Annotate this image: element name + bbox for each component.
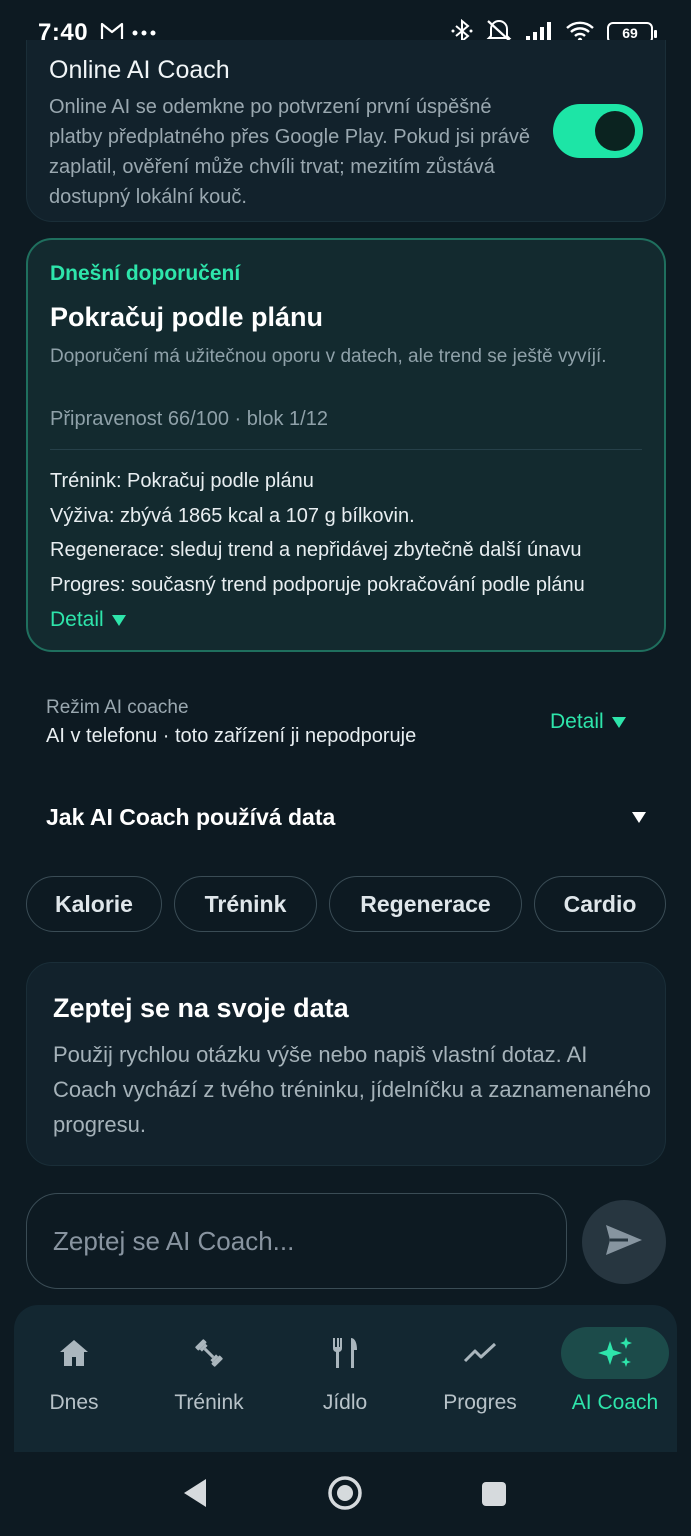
chevron-down-icon [611,716,626,728]
trend-icon [426,1327,534,1379]
recommendation-kicker: Dnešní doporučení [50,262,241,285]
recents-icon[interactable] [480,1480,508,1513]
recommendation-line-progress: Progres: současný trend podporuje pokrač… [50,573,585,596]
mode-detail-label: Detail [550,710,604,733]
nav-label-trenink: Trénink [174,1391,244,1414]
divider [50,449,642,450]
chip-regenerace[interactable]: Regenerace [329,876,522,932]
online-coach-description: Online AI se odemkne po potvrzení první … [49,96,531,208]
sparkles-icon [561,1327,669,1379]
recommendation-card: Dnešní doporučení Pokračuj podle plánu D… [26,238,666,652]
recommendation-lines: Trénink: Pokračuj podle plánu Výživa: zb… [50,464,650,602]
ask-input[interactable] [26,1193,567,1289]
recommendation-line-nutrition: Výživa: zbývá 1865 kcal a 107 g bílkovin… [50,504,415,527]
nav-label-progres: Progres [443,1391,517,1414]
chip-cardio[interactable]: Cardio [534,876,666,932]
online-coach-card: Online AI Coach Online AI se odemkne po … [26,40,666,222]
ask-card-description: Použij rychlou otázku výše nebo napiš vl… [53,1042,652,1137]
send-button[interactable] [582,1200,666,1284]
nav-item-progres[interactable]: Progres [420,1327,540,1437]
recommendation-line-training: Trénink: Pokračuj podle plánu [50,470,314,492]
chevron-down-icon [632,812,646,823]
toggle-knob [595,111,635,151]
nav-item-jidlo[interactable]: Jídlo [285,1327,405,1437]
mode-value: AI v telefonu · toto zařízení ji nepodpo… [46,725,417,747]
online-coach-toggle[interactable] [553,104,643,158]
dumbbell-icon [155,1327,263,1379]
nav-label-ai-coach: AI Coach [571,1391,659,1414]
chip-trenink[interactable]: Trénink [174,876,317,932]
data-usage-expander[interactable]: Jak AI Coach používá data [46,804,646,831]
mode-detail-button[interactable]: Detail [550,710,626,734]
bottom-navigation: Dnes Trénink Jídlo Progres AI Coach [14,1305,677,1452]
ask-data-card: Zeptej se na svoje data Použij rychlou o… [26,962,666,1166]
send-icon [604,1223,644,1262]
recommendation-detail-label: Detail [50,608,104,631]
recommendation-line-recovery: Regenerace: sleduj trend a nepřidávej zb… [50,539,582,561]
ai-coach-screen: 7:40 69 Online AI Coach Online AI se ode… [0,0,691,1536]
recommendation-description: Doporučení má užitečnou oporu v datech, … [50,346,607,367]
ask-card-title: Zeptej se na svoje data [53,993,349,1023]
nav-item-dnes[interactable]: Dnes [14,1327,134,1437]
fork-knife-icon [291,1327,399,1379]
nav-label-jidlo: Jídlo [322,1391,368,1414]
online-coach-title: Online AI Coach [49,56,230,84]
recommendation-detail-button[interactable]: Detail [50,608,126,632]
home-icon [20,1327,128,1379]
nav-label-dnes: Dnes [49,1391,99,1414]
back-icon[interactable] [180,1476,210,1515]
nav-item-trenink[interactable]: Trénink [149,1327,269,1437]
mode-label: Režim AI coache [46,697,189,718]
chip-kalorie[interactable]: Kalorie [26,876,162,932]
home-circle-icon[interactable] [326,1474,364,1517]
recommendation-title: Pokračuj podle plánu [50,302,324,332]
quick-question-chips: Kalorie Trénink Regenerace Cardio [26,876,666,932]
recommendation-meta: Připravenost 66/100 · blok 1/12 [50,408,328,430]
data-usage-label: Jak AI Coach používá data [46,804,336,830]
system-navigation-bar [0,1452,691,1536]
nav-item-ai-coach[interactable]: AI Coach [555,1327,675,1437]
chevron-down-icon [111,614,126,626]
